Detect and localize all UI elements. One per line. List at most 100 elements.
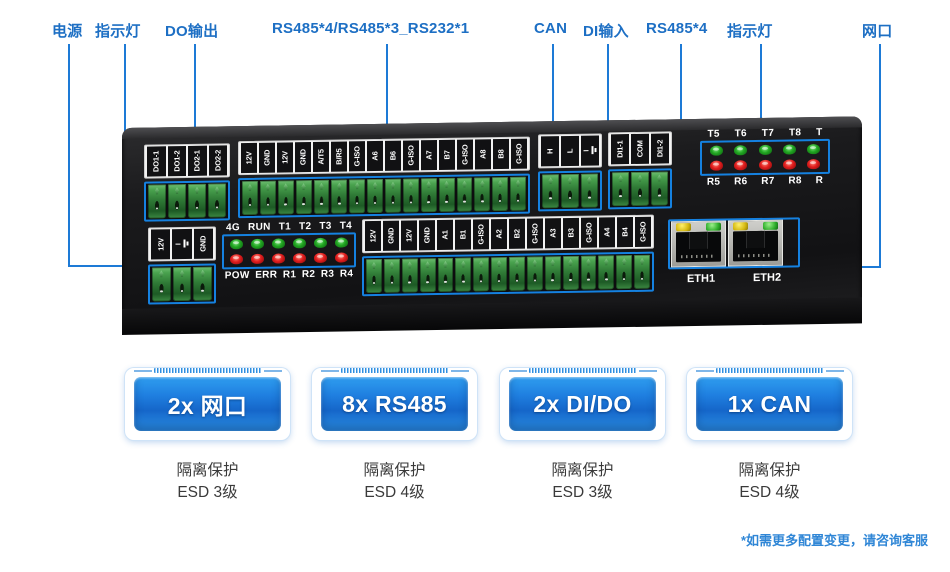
cap-rs485top-g-iso: G-ISO (349, 141, 365, 172)
pin (385, 178, 401, 213)
led-t2-icon (293, 238, 306, 249)
pin (580, 173, 598, 208)
cap-rs485top-a7: A7 (421, 140, 437, 171)
pin (419, 258, 436, 293)
cap-rs485bot-gnd: GND (419, 220, 435, 251)
terminal-block-do-output[interactable]: DO1-1 DO1-2 DO2-1 DO2-2 (144, 143, 230, 222)
pin (295, 180, 312, 215)
pin (491, 256, 507, 292)
power-connector[interactable] (148, 263, 216, 305)
pin (331, 179, 348, 214)
pin (598, 255, 615, 290)
cap-can-h: H (541, 136, 559, 167)
led-r5-icon (709, 160, 723, 171)
cap-rs485bot-g-iso: G-ISO (635, 216, 651, 247)
led-r3-icon (314, 252, 327, 263)
terminal-block-rs485-bottom[interactable]: 12V GND 12V GND A1 B1 G-ISO A2 B2 G-ISO A3 B3 G-ISO A… (362, 214, 654, 297)
led-t3-icon (314, 237, 327, 248)
pin (562, 255, 579, 291)
rs485-bottom-connector[interactable] (362, 251, 654, 297)
led-label-pow: POW (224, 269, 250, 282)
cap-rs485top-g-iso: G-ISO (457, 139, 473, 170)
led-right-green-row (704, 144, 826, 156)
pin (631, 171, 649, 206)
pin (383, 258, 400, 293)
led-label-r: R (815, 174, 824, 187)
cap-rs485top-gnd: GND (295, 142, 311, 173)
cap-rs485bot-12v: 12V (365, 220, 381, 252)
rj45-port-eth2[interactable] (728, 219, 783, 267)
led-cell (777, 159, 801, 170)
can-connector[interactable] (538, 170, 602, 212)
led-left-box (222, 232, 356, 270)
ethernet-label-eth2: ETH2 (752, 271, 782, 285)
cap-rs485top-12v: 12V (241, 142, 257, 174)
pin (526, 256, 543, 291)
led-left-red-row (226, 252, 352, 265)
led-t5-icon (709, 145, 723, 156)
led-label-r8: R8 (788, 175, 802, 187)
terminal-block-can[interactable]: H L (538, 133, 602, 212)
ethernet-labels: ETH1 ETH2 (668, 271, 800, 285)
cap-do1-2: DO1-2 (167, 145, 186, 177)
leader-power-v (68, 44, 70, 266)
pin (473, 257, 490, 292)
led-t7-icon (758, 144, 772, 156)
product-diagram: 电源 指示灯 DO输出 RS485*4/RS485*3_RS232*1 CAN … (0, 0, 950, 572)
badge-pill: 2x 网口 (134, 377, 281, 431)
led-t1-icon (272, 238, 285, 249)
cap-rs485bot-a3: A3 (545, 218, 561, 249)
badge-caption-line2: ESD 3级 (552, 484, 613, 502)
cap-rs485top-a8: A8 (475, 139, 491, 170)
di-input-connector[interactable] (608, 168, 672, 210)
cap-rs485bot-a2: A2 (491, 218, 507, 250)
led-cell (777, 144, 801, 155)
ethernet-ports: ETH1 ETH2 (668, 217, 800, 285)
callout-rs485-4: RS485*4 (646, 20, 708, 37)
cap-rs485top-a6: A6 (367, 140, 383, 172)
cap-rs485top-g-iso: G-ISO (511, 138, 527, 169)
badge-can: 1x CAN 隔离保护 ESD 4级 (687, 368, 852, 505)
terminal-block-rs485-top[interactable]: 12V GND 12V GND A/T5 B/R5 G-ISO A6 B6 G-ISO A7 B7 G-… (238, 136, 530, 219)
led-label-err: ERR (255, 269, 278, 281)
badge-caption-line1: 隔离保护 (738, 462, 801, 479)
badge-frame: 1x CAN (687, 368, 852, 440)
led-label-4g: 4G (226, 222, 240, 234)
led-r8-icon (782, 159, 796, 170)
led-cell (704, 145, 728, 156)
led-label-r5: R5 (706, 176, 721, 188)
pin (366, 258, 382, 294)
pin (650, 171, 668, 206)
do-output-connector[interactable] (144, 180, 230, 222)
terminal-block-power[interactable]: 12V GND (148, 226, 216, 305)
pin (456, 177, 473, 212)
cap-power-12v: 12V (151, 229, 171, 260)
cap-rs485bot-g-iso: G-ISO (527, 218, 543, 249)
pin (510, 176, 526, 211)
cap-rs485bot-a4: A4 (599, 217, 615, 248)
badge-caption-line2: ESD 3级 (177, 484, 238, 502)
rs485-top-connector[interactable] (238, 173, 530, 219)
led-cell (226, 239, 247, 250)
badge-caption-line1: 隔离保护 (551, 462, 614, 479)
terminal-block-di-input[interactable]: DI1-1 COM DI1-2 (608, 131, 672, 210)
cap-rs485top-g-iso: G-ISO (403, 140, 419, 171)
pin (172, 266, 192, 302)
led-r2-icon (293, 253, 306, 264)
led-cell (268, 238, 289, 249)
rj45-port-eth1[interactable] (671, 220, 726, 268)
led-cell (728, 160, 752, 171)
badge-di-do: 2x DI/DO 隔离保护 ESD 3级 (500, 368, 665, 505)
pin (259, 180, 276, 215)
cap-rs485bot-g-iso: G-ISO (473, 219, 489, 250)
badge-pill: 2x DI/DO (509, 377, 656, 431)
led-right-bottom-labels: R5 R6 R7 R8 R (700, 175, 830, 188)
led-left-top-labels: 4G RUN T1 T2 T3 T4 (222, 220, 356, 233)
cap-di-com: COM (631, 133, 649, 165)
led-r1-icon (272, 253, 285, 264)
badge-caption-line2: ESD 4级 (364, 484, 425, 502)
badge-pill: 1x CAN (696, 377, 843, 431)
badge-caption-line2: ESD 4级 (739, 484, 800, 502)
pin (616, 254, 633, 290)
eth2-jack (733, 230, 778, 262)
